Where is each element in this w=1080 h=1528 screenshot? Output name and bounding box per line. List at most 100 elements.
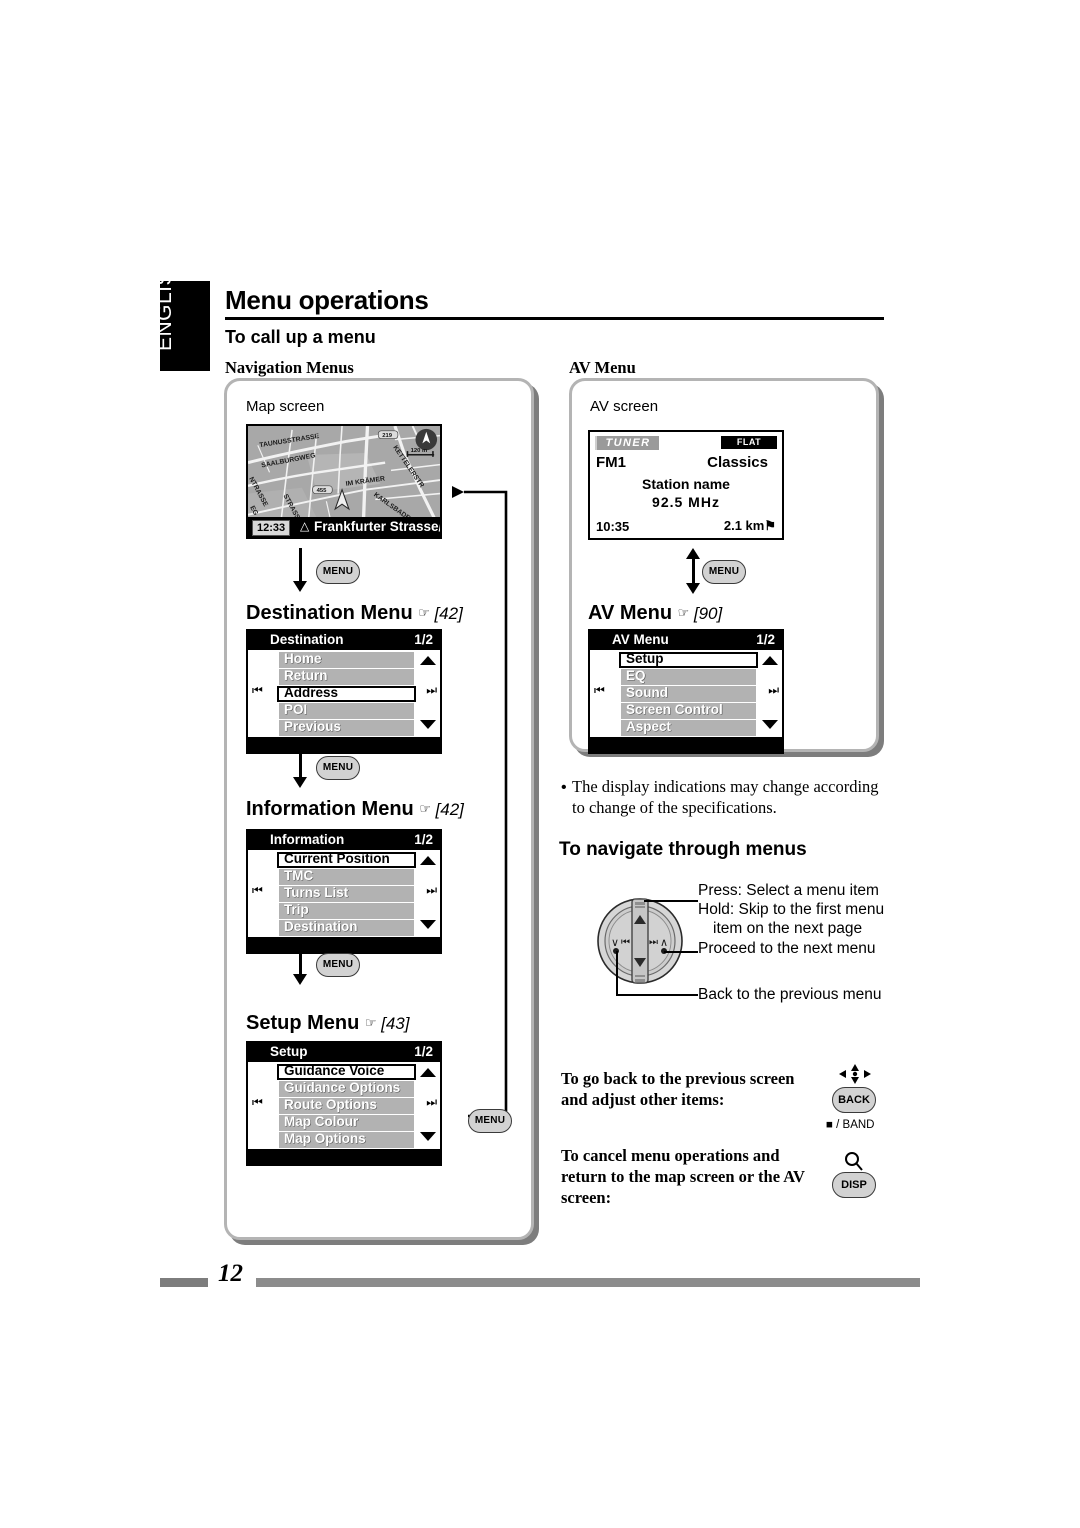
remote-action-1-text: To go back to the previous screen and ad… [561,1068,831,1110]
menu-button-3[interactable]: MENU [316,953,360,977]
list-item[interactable]: Home [248,651,440,668]
skip-next-icon[interactable]: ⏭ [768,683,779,698]
menu-item-list: Current Position TMC Turns List Trip Des… [248,850,440,936]
svg-text:455: 455 [317,488,328,494]
frequency-readout: 92.5 MHz [652,494,720,510]
av-menu-ref: [90] [693,604,723,623]
skip-previous-icon[interactable]: ⏮ [252,1095,263,1110]
list-item-selected[interactable]: Current Position [248,851,440,868]
destination-menu-heading: Destination Menu ☞ [42] [246,602,463,625]
svg-text:⏮: ⏮ [621,937,630,948]
menu-footer-bar [248,937,440,952]
menu-footer-bar [248,1149,440,1164]
list-item[interactable]: EQ [590,668,782,685]
triangle-down-icon[interactable] [762,720,778,729]
map-screen: 120 m 219 455 TAUNUSSTRASSE SAALBURGWEG … [246,424,442,539]
list-item[interactable]: Route Options [248,1097,440,1114]
svg-text:∨: ∨ [611,936,619,949]
list-item[interactable]: Destination [248,919,440,936]
callout-leader-proceed [664,951,698,954]
language-tab: ENGLISH [153,255,210,371]
skip-previous-icon[interactable]: ⏮ [594,683,605,698]
flow-arrow-information-to-setup [293,941,307,985]
triangle-down-icon[interactable] [420,920,436,929]
menu-title: Setup [270,1044,308,1059]
list-item[interactable]: Sound [590,685,782,702]
back-button-group: BACK ■ / BAND [826,1063,892,1138]
list-item[interactable]: Trip [248,902,440,919]
skip-previous-icon[interactable]: ⏮ [252,883,263,898]
av-screen-caption: AV screen [590,398,659,415]
note-text: The display indications may change accor… [572,777,879,818]
skip-next-icon[interactable]: ⏭ [426,1095,437,1110]
setup-menu-label: Setup Menu [246,1012,360,1034]
distance-readout: 2.1 km⚑ [724,518,776,534]
back-button[interactable]: BACK [832,1087,876,1113]
triangle-up-icon[interactable] [420,656,436,665]
list-item[interactable]: Map Options [248,1131,440,1148]
menu-button-2[interactable]: MENU [316,756,360,780]
map-status-bar: 12:33 △ Frankfurter Strasse/.. [248,517,440,537]
menu-page-indicator: 1/2 [756,632,775,647]
av-screen: TUNER FLAT FM1 Classics Station name 92.… [588,430,784,540]
list-item[interactable]: TMC [248,868,440,885]
triangle-down-icon[interactable] [420,1132,436,1141]
triangle-up-icon[interactable] [420,856,436,865]
note-bullet: • [561,779,567,796]
disp-button[interactable]: DISP [832,1172,876,1198]
callout-back: Back to the previous menu [698,986,882,1003]
list-item[interactable]: Aspect [590,719,782,736]
skip-next-icon[interactable]: ⏭ [426,683,437,698]
skip-next-icon[interactable]: ⏭ [426,883,437,898]
triangle-up-icon[interactable] [420,1068,436,1077]
station-name: Station name [642,476,730,492]
list-item[interactable]: Turns List [248,885,440,902]
navigate-section-heading: To navigate through menus [559,839,807,860]
callout-leader-back-h [616,994,698,997]
flag-icon: ⚑ [764,518,776,533]
pointing-hand-icon: ☞ [364,1016,377,1031]
destination-menu-screen: Destination 1/2 Home Return Address POI … [246,629,442,754]
menu-button-loop[interactable]: MENU [468,1109,512,1133]
svg-text:∧: ∧ [660,936,668,949]
menu-button-1[interactable]: MENU [316,560,360,584]
flow-arrow-map-to-destination [293,548,307,592]
list-item[interactable]: Guidance Options [248,1080,440,1097]
information-menu-label: Information Menu [246,798,414,820]
list-item-selected[interactable]: Setup [590,651,782,668]
menu-item-list: Setup EQ Sound Screen Control Aspect ⏮ ⏭ [590,650,782,736]
menu-title: AV Menu [612,632,669,647]
svg-text:219: 219 [382,433,393,439]
pointing-hand-icon: ☞ [677,606,690,621]
setup-menu-ref: [43] [381,1014,410,1033]
back-button-caption: ■ / BAND [826,1119,875,1131]
list-item[interactable]: POI [248,702,440,719]
language-tab-label: ENGLISH [153,255,176,351]
page-title: Menu operations [225,285,429,315]
list-item[interactable]: Map Colour [248,1114,440,1131]
list-item[interactable]: Screen Control [590,702,782,719]
map-street-name: Frankfurter Strasse/.. [314,519,442,534]
skip-previous-icon[interactable]: ⏮ [252,683,263,698]
pointing-hand-icon: ☞ [418,606,430,621]
title-divider [225,317,884,320]
av-menu-label: AV Menu [569,358,636,377]
eq-badge: FLAT [721,436,777,449]
destination-menu-label: Destination Menu [246,602,413,624]
svg-text:120 m: 120 m [411,448,428,454]
callout-leader-back-v [616,951,619,996]
triangle-down-icon[interactable] [420,720,436,729]
menu-title-bar: Destination 1/2 [248,631,440,650]
menu-title-bar: AV Menu 1/2 [590,631,782,650]
menu-title-bar: Setup 1/2 [248,1043,440,1062]
menu-button-av[interactable]: MENU [702,560,746,584]
magnifier-icon [845,1152,863,1171]
list-item-selected[interactable]: Address [248,685,440,702]
menu-title: Destination [270,632,344,647]
list-item[interactable]: Return [248,668,440,685]
svg-text:⏭: ⏭ [649,937,658,948]
triangle-up-icon[interactable] [762,656,778,665]
av-menu-stage-label: AV Menu [588,602,673,624]
list-item[interactable]: Previous [248,719,440,736]
list-item-selected[interactable]: Guidance Voice [248,1063,440,1080]
